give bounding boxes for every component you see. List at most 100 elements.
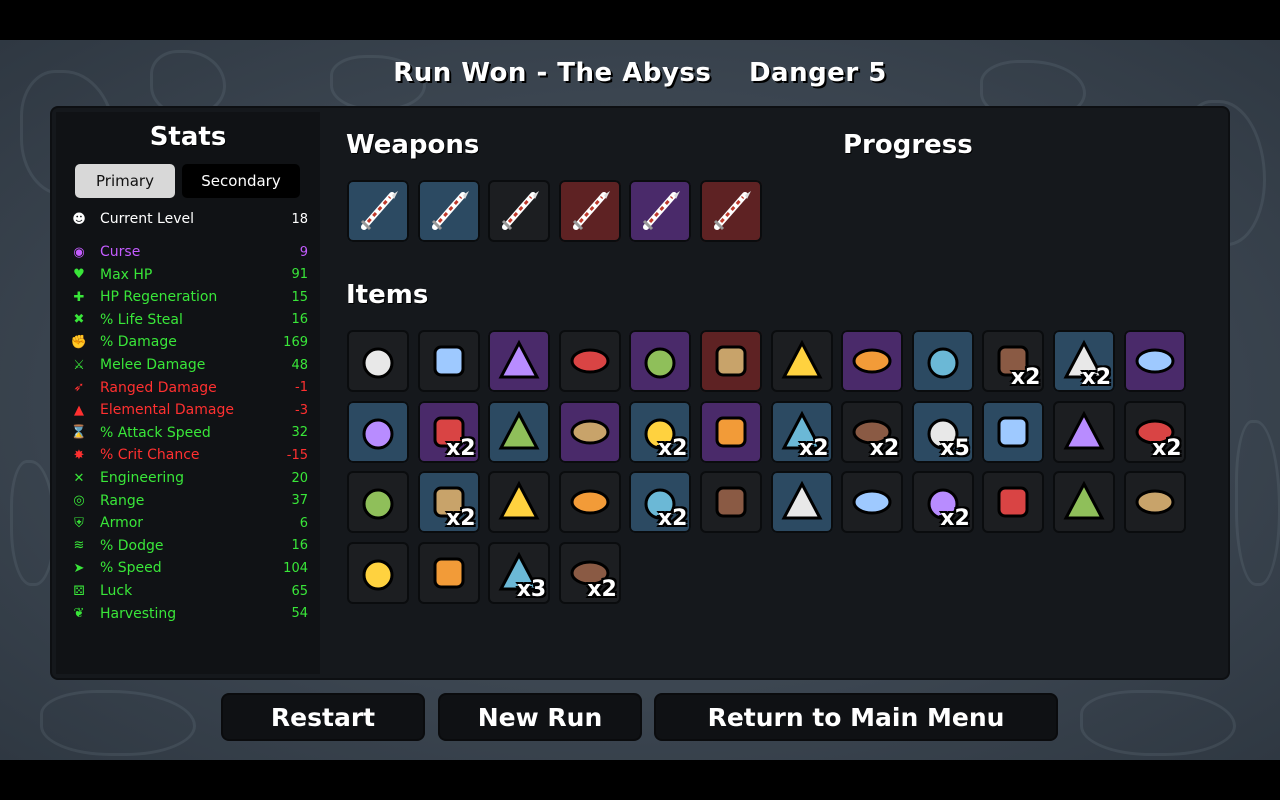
stat-label: % Damage [100,334,177,351]
inventory-slot[interactable] [347,400,409,463]
stat-row[interactable]: ◎ Range 37 [68,491,308,511]
inventory-slot[interactable] [488,180,551,242]
stat-label: % Dodge [100,537,164,554]
bow-icon: ➶ [73,380,85,396]
dodge-icon: ≋ [73,538,85,554]
boot-icon: ➤ [73,560,85,576]
inventory-slot[interactable] [1053,471,1115,534]
inventory-slot[interactable] [347,471,409,534]
restart-button[interactable]: Restart [223,695,423,739]
letterbox-top [0,0,1280,40]
stat-row[interactable]: ✊ % Damage 169 [68,332,308,352]
goat-skull-icon [354,478,402,526]
inventory-slot[interactable]: x2 [629,400,692,463]
inventory-slot[interactable] [347,330,409,392]
new-run-button[interactable]: New Run [440,695,640,739]
stat-row[interactable]: ⛨ Armor 6 [68,513,308,533]
inventory-slot[interactable] [558,330,621,392]
inventory-slot[interactable] [488,471,551,534]
inventory-slot[interactable] [770,330,833,392]
spear-icon [354,187,402,235]
level-icon: ☻ [72,211,86,227]
inventory-slot[interactable] [841,471,904,534]
claws-icon [989,408,1037,456]
money-icon [989,478,1037,526]
stat-row[interactable]: ⚔ Melee Damage 48 [68,355,308,375]
inventory-slot[interactable] [1053,400,1115,463]
stat-row[interactable]: ♥ Max HP 91 [68,265,308,285]
inventory-slot[interactable] [1123,330,1186,392]
progress-title: Progress [843,130,973,160]
inventory-slot[interactable]: x2 [982,330,1045,392]
stat-row[interactable]: ✖ % Life Steal 16 [68,310,308,330]
item-quantity: x2 [1152,435,1182,461]
inventory-slot[interactable] [700,330,762,392]
inventory-slot[interactable]: x5 [911,400,974,463]
stat-row[interactable]: ✚ HP Regeneration 15 [68,287,308,307]
inventory-slot[interactable] [911,330,974,392]
inventory-slot[interactable] [770,471,833,534]
inventory-slot[interactable] [1123,471,1186,534]
inventory-slot[interactable] [417,330,480,392]
inventory-slot[interactable] [700,400,762,463]
item-quantity: x3 [516,576,547,602]
inventory-slot[interactable] [982,471,1045,534]
stat-row[interactable]: ▲ Elemental Damage -3 [68,400,308,420]
inventory-slot[interactable]: x2 [1053,330,1115,392]
inventory-slot[interactable]: x2 [770,400,833,463]
stat-label: Range [100,492,145,509]
inventory-slot[interactable]: x3 [488,541,551,604]
inventory-slot[interactable] [558,180,621,242]
green-machine-icon [354,408,402,456]
tab-primary[interactable]: Primary [75,164,175,198]
tab-secondary[interactable]: Secondary [182,164,300,198]
inventory-slot[interactable] [347,541,409,604]
sword-icon: ⚔ [73,357,85,373]
inventory-slot[interactable]: x2 [417,400,480,463]
danger-level: Danger 5 [748,58,887,88]
inventory-slot[interactable] [841,330,904,392]
inventory-slot[interactable]: x2 [1123,400,1186,463]
stat-row[interactable]: ⌛ % Attack Speed 32 [68,423,308,443]
item-quantity: x2 [799,435,829,461]
stat-value: -1 [295,380,308,396]
stat-label: Harvesting [100,605,177,622]
inventory-slot[interactable] [558,400,621,463]
inventory-slot[interactable] [347,180,409,242]
stat-row[interactable]: ❦ Harvesting 54 [68,604,308,624]
inventory-slot[interactable] [982,400,1045,463]
inventory-slot[interactable] [700,471,762,534]
inventory-slot[interactable] [558,471,621,534]
item-quantity: x2 [657,506,688,532]
inventory-slot[interactable] [488,400,551,463]
spear-icon [495,187,543,235]
inventory-slot[interactable] [629,330,692,392]
stat-row[interactable]: ✕ Engineering 20 [68,468,308,488]
seaweed-decoration [40,690,196,756]
stat-value: 37 [291,493,308,509]
inventory-slot[interactable]: x2 [417,471,480,534]
inventory-slot[interactable] [417,541,480,604]
inventory-slot[interactable]: x2 [558,541,621,604]
inventory-slot[interactable] [488,330,551,392]
stat-row[interactable]: ⚄ Luck 65 [68,581,308,601]
inventory-slot[interactable]: x2 [629,471,692,534]
item-quantity: x2 [940,506,970,532]
stat-row[interactable]: ➶ Ranged Damage -1 [68,378,308,398]
stat-row[interactable]: ➤ % Speed 104 [68,558,308,578]
stat-row-current-level: ☻ Current Level 18 [68,209,308,229]
stat-value: 16 [291,538,308,554]
inventory-slot[interactable] [417,180,480,242]
stat-row[interactable]: ≋ % Dodge 16 [68,536,308,556]
muscle-icon: ✊ [70,334,88,350]
stat-row[interactable]: ◉ Curse 9 [68,242,308,262]
main-menu-button[interactable]: Return to Main Menu [656,695,1056,739]
curse-icon: ◉ [73,244,85,260]
inventory-slot[interactable] [629,180,692,242]
cake-icon [1060,478,1108,526]
inventory-slot[interactable]: x2 [911,471,974,534]
inventory-slot[interactable]: x2 [841,400,904,463]
stat-row[interactable]: ✸ % Crit Chance -15 [68,445,308,465]
inventory-slot[interactable] [700,180,762,242]
tree-icon [354,549,402,597]
